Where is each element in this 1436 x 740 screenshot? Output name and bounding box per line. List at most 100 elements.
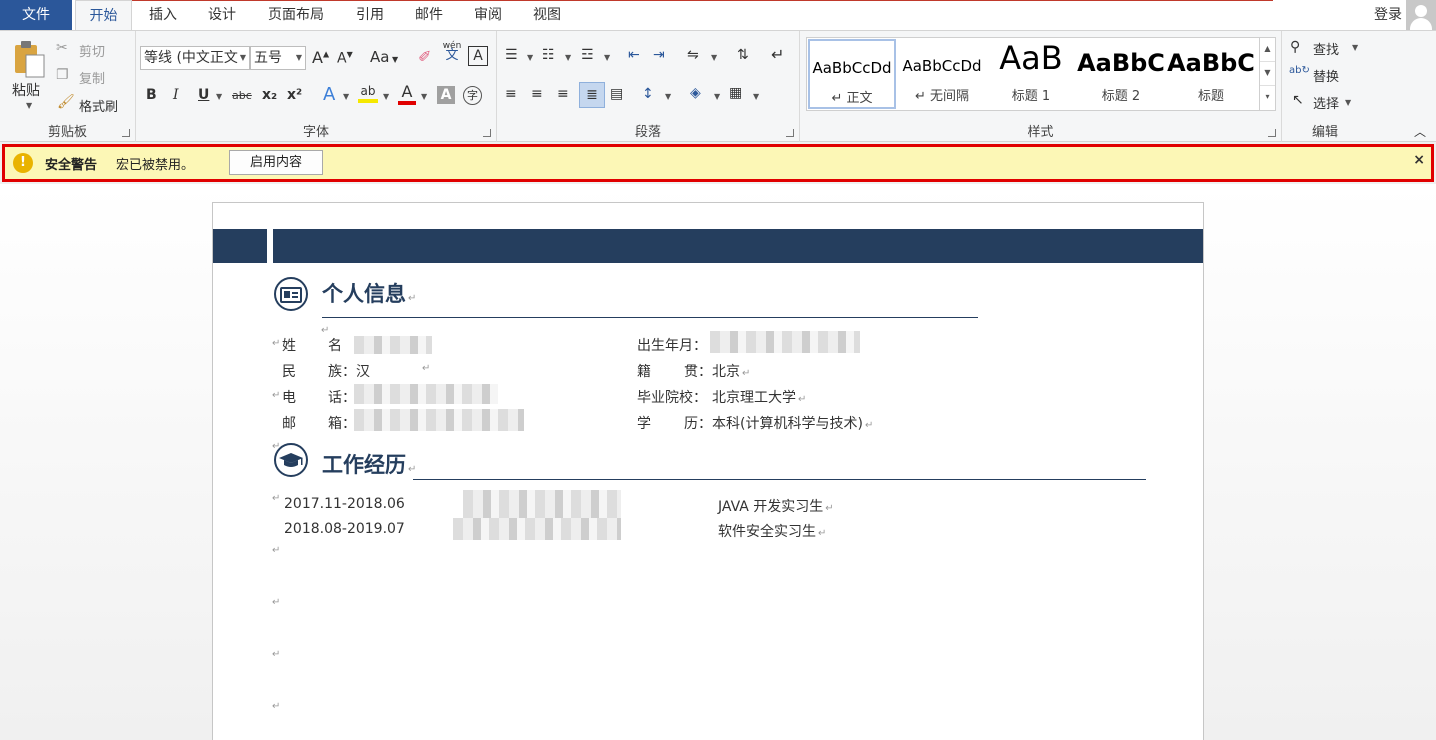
bullets-dropdown-icon[interactable]: ▼ — [527, 53, 533, 62]
enable-content-button[interactable]: 启用内容 — [229, 150, 323, 175]
collapse-ribbon-icon[interactable]: ︿ — [1414, 123, 1426, 140]
text-direction-icon[interactable]: ⇋ — [687, 47, 699, 63]
align-right-icon[interactable]: ≡ — [557, 86, 569, 102]
tab-review[interactable]: 审阅 — [464, 0, 512, 30]
bold-button[interactable]: B — [146, 87, 157, 103]
school-value: 北京理工大学 ↵ — [712, 390, 807, 406]
text-effects-dropdown-icon[interactable]: ▼ — [343, 92, 349, 101]
style-heading-2[interactable]: AaBbC 标题 2 — [1077, 39, 1165, 109]
replace-button[interactable]: 替换 — [1313, 66, 1339, 85]
redacted-company-1 — [463, 490, 621, 518]
paste-button[interactable]: 粘贴 — [12, 80, 40, 100]
document-page[interactable]: 个人信息 ↵ ↵ ↵ 姓 名 出生年月： 民 族： 汉 ↵ 籍 贯： 北京 ↵ ↵ … — [212, 202, 1204, 740]
style-no-spacing[interactable]: AaBbCcDd ↵ 无间隔 — [898, 39, 986, 109]
underline-dropdown-icon[interactable]: ▼ — [216, 92, 222, 101]
phonetic-guide-icon[interactable]: wén 文 — [441, 41, 463, 62]
borders-icon[interactable]: ▦ — [729, 85, 742, 101]
redacted-birth — [710, 331, 860, 353]
replace-icon: ab↻ — [1289, 65, 1310, 76]
text-direction-dropdown-icon[interactable]: ▼ — [711, 53, 717, 62]
tab-home[interactable]: 开始 — [75, 0, 132, 31]
change-case-button[interactable]: Aa ▼ — [370, 48, 398, 66]
align-left-icon[interactable]: ≡ — [505, 86, 517, 102]
numbering-icon[interactable]: ☷ — [542, 47, 555, 63]
find-dropdown-icon[interactable]: ▼ — [1352, 43, 1358, 52]
borders-dropdown-icon[interactable]: ▼ — [753, 92, 759, 101]
edu-label: 学 — [637, 416, 651, 432]
increase-indent-icon[interactable]: ⇥ — [653, 47, 665, 63]
tab-file[interactable]: 文件 — [0, 0, 72, 30]
superscript-button[interactable]: x² — [287, 87, 302, 103]
tab-mailings[interactable]: 邮件 — [405, 0, 453, 30]
format-painter-button[interactable]: 格式刷 — [79, 96, 118, 115]
user-avatar-icon[interactable] — [1406, 0, 1436, 30]
paragraph-mark: ↵ — [422, 363, 431, 374]
gallery-down-icon[interactable]: ▼ — [1260, 62, 1275, 86]
select-icon: ↖ — [1292, 92, 1304, 108]
decrease-indent-icon[interactable]: ⇤ — [628, 47, 640, 63]
work-role-1: JAVA 开发实习生 ↵ — [718, 499, 834, 515]
line-spacing-dropdown-icon[interactable]: ▼ — [665, 92, 671, 101]
styles-launcher-icon[interactable] — [1268, 129, 1276, 137]
grow-font-icon[interactable]: A▲ — [312, 48, 329, 67]
origin-label: 籍 — [637, 364, 651, 380]
sort-icon[interactable]: ⇅ — [737, 47, 749, 63]
shrink-font-icon[interactable]: A▼ — [337, 50, 353, 67]
strikethrough-button[interactable]: abc — [232, 89, 252, 102]
font-size-combo[interactable]: 五号 ▼ — [250, 46, 306, 70]
paragraph-mark: ↵ — [272, 597, 281, 608]
distributed-icon[interactable]: ▤ — [610, 86, 623, 102]
style-normal[interactable]: AaBbCcDd ↵ 正文 — [808, 39, 896, 109]
align-center-icon[interactable]: ≡ — [531, 86, 543, 102]
tab-design[interactable]: 设计 — [198, 0, 246, 30]
tab-view[interactable]: 视图 — [523, 0, 571, 30]
shading-icon[interactable]: ◈ — [690, 85, 701, 101]
underline-button[interactable]: U — [198, 87, 209, 103]
style-title[interactable]: AaBbC 标题 — [1167, 39, 1255, 109]
tab-insert[interactable]: 插入 — [139, 0, 187, 30]
gallery-more-icon[interactable]: ▾ — [1260, 86, 1275, 110]
ribbon: 粘贴 ▼ ✂ 剪切 ❐ 复制 🖌 格式刷 剪贴板 等线 (中文正文 ▼ 五号 ▼… — [0, 30, 1436, 142]
text-effects-icon[interactable]: A — [323, 84, 335, 105]
enclose-characters-icon[interactable]: 字 — [463, 86, 482, 105]
justify-icon[interactable]: ≣ — [579, 82, 605, 108]
school-label: 毕业院校： — [637, 390, 707, 406]
font-name-combo[interactable]: 等线 (中文正文 ▼ — [140, 46, 250, 70]
clear-format-icon[interactable]: ✐ — [418, 47, 431, 66]
style-heading-1[interactable]: AaB 标题 1 — [987, 39, 1075, 109]
copy-button[interactable]: 复制 — [79, 68, 105, 87]
paragraph-launcher-icon[interactable] — [786, 129, 794, 137]
login-link[interactable]: 登录 — [1374, 0, 1402, 30]
line-spacing-icon[interactable]: ↕ — [642, 86, 654, 102]
shading-dropdown-icon[interactable]: ▼ — [714, 92, 720, 101]
multilevel-list-icon[interactable]: ☲ — [581, 47, 594, 63]
select-dropdown-icon[interactable]: ▼ — [1345, 98, 1351, 107]
font-color-dropdown-icon[interactable]: ▼ — [421, 92, 427, 101]
character-shading-icon[interactable]: A — [437, 86, 455, 104]
character-border-icon[interactable]: A — [468, 46, 488, 66]
font-color-icon[interactable]: A — [398, 82, 416, 105]
font-label: 字体 — [302, 125, 329, 140]
subscript-button[interactable]: x₂ — [262, 87, 277, 103]
cut-button[interactable]: 剪切 — [79, 41, 105, 60]
paste-dropdown-icon[interactable]: ▼ — [26, 101, 32, 110]
find-button[interactable]: 查找 — [1313, 39, 1339, 58]
tab-layout[interactable]: 页面布局 — [258, 0, 334, 30]
italic-button[interactable]: I — [173, 87, 179, 103]
paste-icon[interactable] — [12, 39, 46, 79]
email-label: 邮 — [282, 416, 296, 432]
highlight-dropdown-icon[interactable]: ▼ — [383, 92, 389, 101]
gallery-up-icon[interactable]: ▲ — [1260, 38, 1275, 62]
highlight-icon[interactable]: ab — [358, 84, 378, 103]
show-marks-icon[interactable]: ↵ — [771, 45, 784, 64]
font-launcher-icon[interactable] — [483, 129, 491, 137]
bullets-icon[interactable]: ☰ — [505, 47, 518, 63]
paragraph-mark: ↵ — [272, 545, 281, 556]
numbering-dropdown-icon[interactable]: ▼ — [565, 53, 571, 62]
select-button[interactable]: 选择 — [1313, 93, 1339, 112]
multilevel-dropdown-icon[interactable]: ▼ — [604, 53, 610, 62]
work-experience-rule — [413, 479, 1146, 480]
tab-references[interactable]: 引用 — [346, 0, 394, 30]
close-icon[interactable]: × — [1413, 152, 1425, 168]
clipboard-launcher-icon[interactable] — [122, 129, 130, 137]
